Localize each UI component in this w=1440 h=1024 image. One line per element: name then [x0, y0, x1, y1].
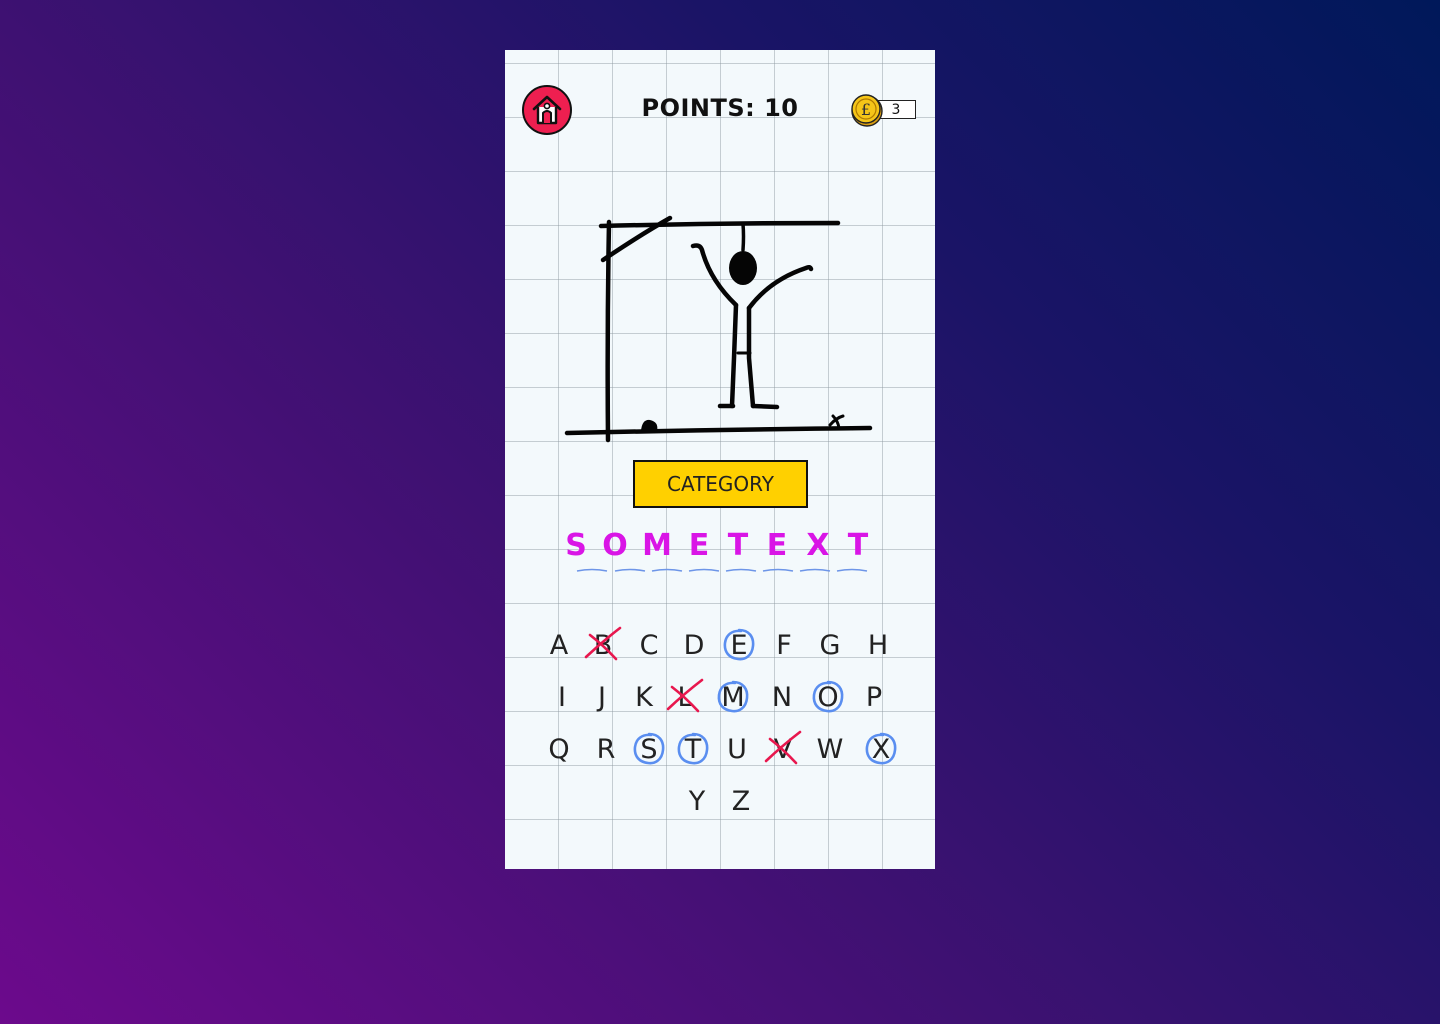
hangman-drawing — [564, 215, 873, 443]
key-a[interactable]: A — [539, 625, 579, 665]
key-label: Y — [688, 785, 706, 817]
key-v[interactable]: V — [763, 729, 803, 769]
key-label: U — [727, 733, 747, 765]
key-label: Z — [731, 785, 751, 817]
key-label: F — [776, 629, 792, 661]
letter-keyboard: ABCDEFGH IJKLMNOP QRSTUVWX YZ — [505, 615, 935, 835]
key-g[interactable]: G — [810, 625, 850, 665]
key-u[interactable]: U — [717, 729, 757, 769]
key-label: S — [640, 733, 658, 765]
key-l[interactable]: L — [665, 677, 705, 717]
key-label: H — [867, 629, 889, 661]
word-letter: M — [642, 528, 672, 563]
key-label: B — [593, 629, 613, 661]
coin-symbol: £ — [861, 100, 871, 119]
key-n[interactable]: N — [762, 677, 802, 717]
hangman-head — [729, 251, 757, 285]
key-f[interactable]: F — [764, 625, 804, 665]
word-letter: E — [688, 528, 710, 563]
key-label: Q — [548, 733, 570, 765]
letter-underline — [576, 568, 608, 572]
key-t[interactable]: T — [673, 729, 713, 769]
key-j[interactable]: J — [582, 677, 622, 717]
letter-underline — [799, 568, 831, 572]
key-m[interactable]: M — [713, 677, 753, 717]
key-o[interactable]: O — [808, 677, 848, 717]
word-letter: T — [727, 528, 749, 563]
key-label: D — [683, 629, 705, 661]
coin-icon: £ — [851, 94, 883, 127]
word-letter: X — [806, 528, 830, 563]
key-label: M — [721, 681, 745, 713]
key-label: L — [677, 681, 693, 713]
key-label: W — [816, 733, 844, 765]
key-b[interactable]: B — [583, 625, 623, 665]
key-label: J — [598, 681, 606, 713]
category-button[interactable]: CATEGORY — [633, 460, 808, 508]
key-c[interactable]: C — [629, 625, 669, 665]
word-display: S O M E T E X T — [565, 528, 870, 578]
letter-underline — [836, 568, 868, 572]
letter-underline — [762, 568, 794, 572]
key-p[interactable]: P — [854, 677, 894, 717]
key-label: A — [549, 629, 569, 661]
word-letter: T — [847, 528, 869, 563]
key-label: R — [596, 733, 616, 765]
key-s[interactable]: S — [629, 729, 669, 769]
key-label: P — [865, 681, 883, 713]
key-label: I — [558, 681, 566, 713]
key-k[interactable]: K — [624, 677, 664, 717]
key-label: G — [819, 629, 841, 661]
key-label: K — [635, 681, 653, 713]
letter-underline — [725, 568, 757, 572]
key-label: E — [730, 629, 748, 661]
key-label: O — [817, 681, 839, 713]
key-x[interactable]: X — [861, 729, 901, 769]
key-y[interactable]: Y — [677, 781, 717, 821]
word-letter: S — [565, 528, 587, 563]
key-label: V — [773, 733, 793, 765]
letter-underline — [651, 568, 683, 572]
key-w[interactable]: W — [810, 729, 850, 769]
letter-underline — [614, 568, 646, 572]
word-letter: E — [766, 528, 788, 563]
key-q[interactable]: Q — [539, 729, 579, 769]
key-z[interactable]: Z — [721, 781, 761, 821]
letter-underline — [688, 568, 720, 572]
key-i[interactable]: I — [542, 677, 582, 717]
key-label: T — [684, 733, 702, 765]
key-label: X — [871, 733, 891, 765]
key-e[interactable]: E — [719, 625, 759, 665]
key-h[interactable]: H — [858, 625, 898, 665]
word-letter: O — [602, 528, 628, 563]
coin-counter: 3 £ — [850, 93, 920, 127]
key-label: N — [771, 681, 793, 713]
key-d[interactable]: D — [674, 625, 714, 665]
key-r[interactable]: R — [586, 729, 626, 769]
game-screen: POINTS: 10 3 £ CATEGORY S O M E T E X T … — [505, 50, 935, 869]
key-label: C — [639, 629, 659, 661]
